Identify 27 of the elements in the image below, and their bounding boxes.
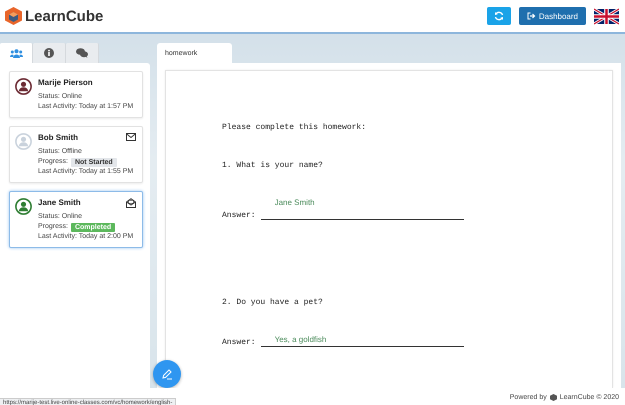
answer-label: Answer: <box>222 211 256 220</box>
logo-text: LearnCube <box>25 8 104 24</box>
cube-logo-icon <box>550 394 557 401</box>
student-name: Marije Pierson <box>38 78 93 88</box>
sidebar-tab[interactable] <box>66 43 99 63</box>
cube-logo-icon <box>5 7 22 25</box>
answer-field[interactable]: Yes, a goldfish <box>260 335 464 347</box>
dashboard-button[interactable]: Dashboard <box>518 7 586 25</box>
student-name: Bob Smith <box>38 133 78 143</box>
question-text: 2. Do you have a pet? <box>222 298 324 307</box>
answer-label: Answer: <box>222 338 256 347</box>
refresh-icon <box>494 11 504 21</box>
sidebar-tab[interactable] <box>0 43 33 63</box>
instruction-text: Please complete this homework: <box>222 123 368 132</box>
uk-flag-icon[interactable] <box>594 8 619 24</box>
student-name: Jane Smith <box>38 198 81 208</box>
question-text: 1. What is your name? <box>222 161 324 170</box>
users-icon <box>10 48 22 58</box>
chat-icon <box>76 48 88 58</box>
answer-field[interactable]: Jane Smith <box>260 198 464 220</box>
pencil-icon <box>161 368 173 380</box>
info-icon <box>44 48 54 58</box>
sidebar-tab[interactable] <box>33 43 66 63</box>
sign-out-icon <box>526 12 536 20</box>
envelope-icon[interactable] <box>126 133 136 141</box>
open-envelope-icon[interactable] <box>126 198 136 208</box>
refresh-button[interactable] <box>486 7 511 25</box>
